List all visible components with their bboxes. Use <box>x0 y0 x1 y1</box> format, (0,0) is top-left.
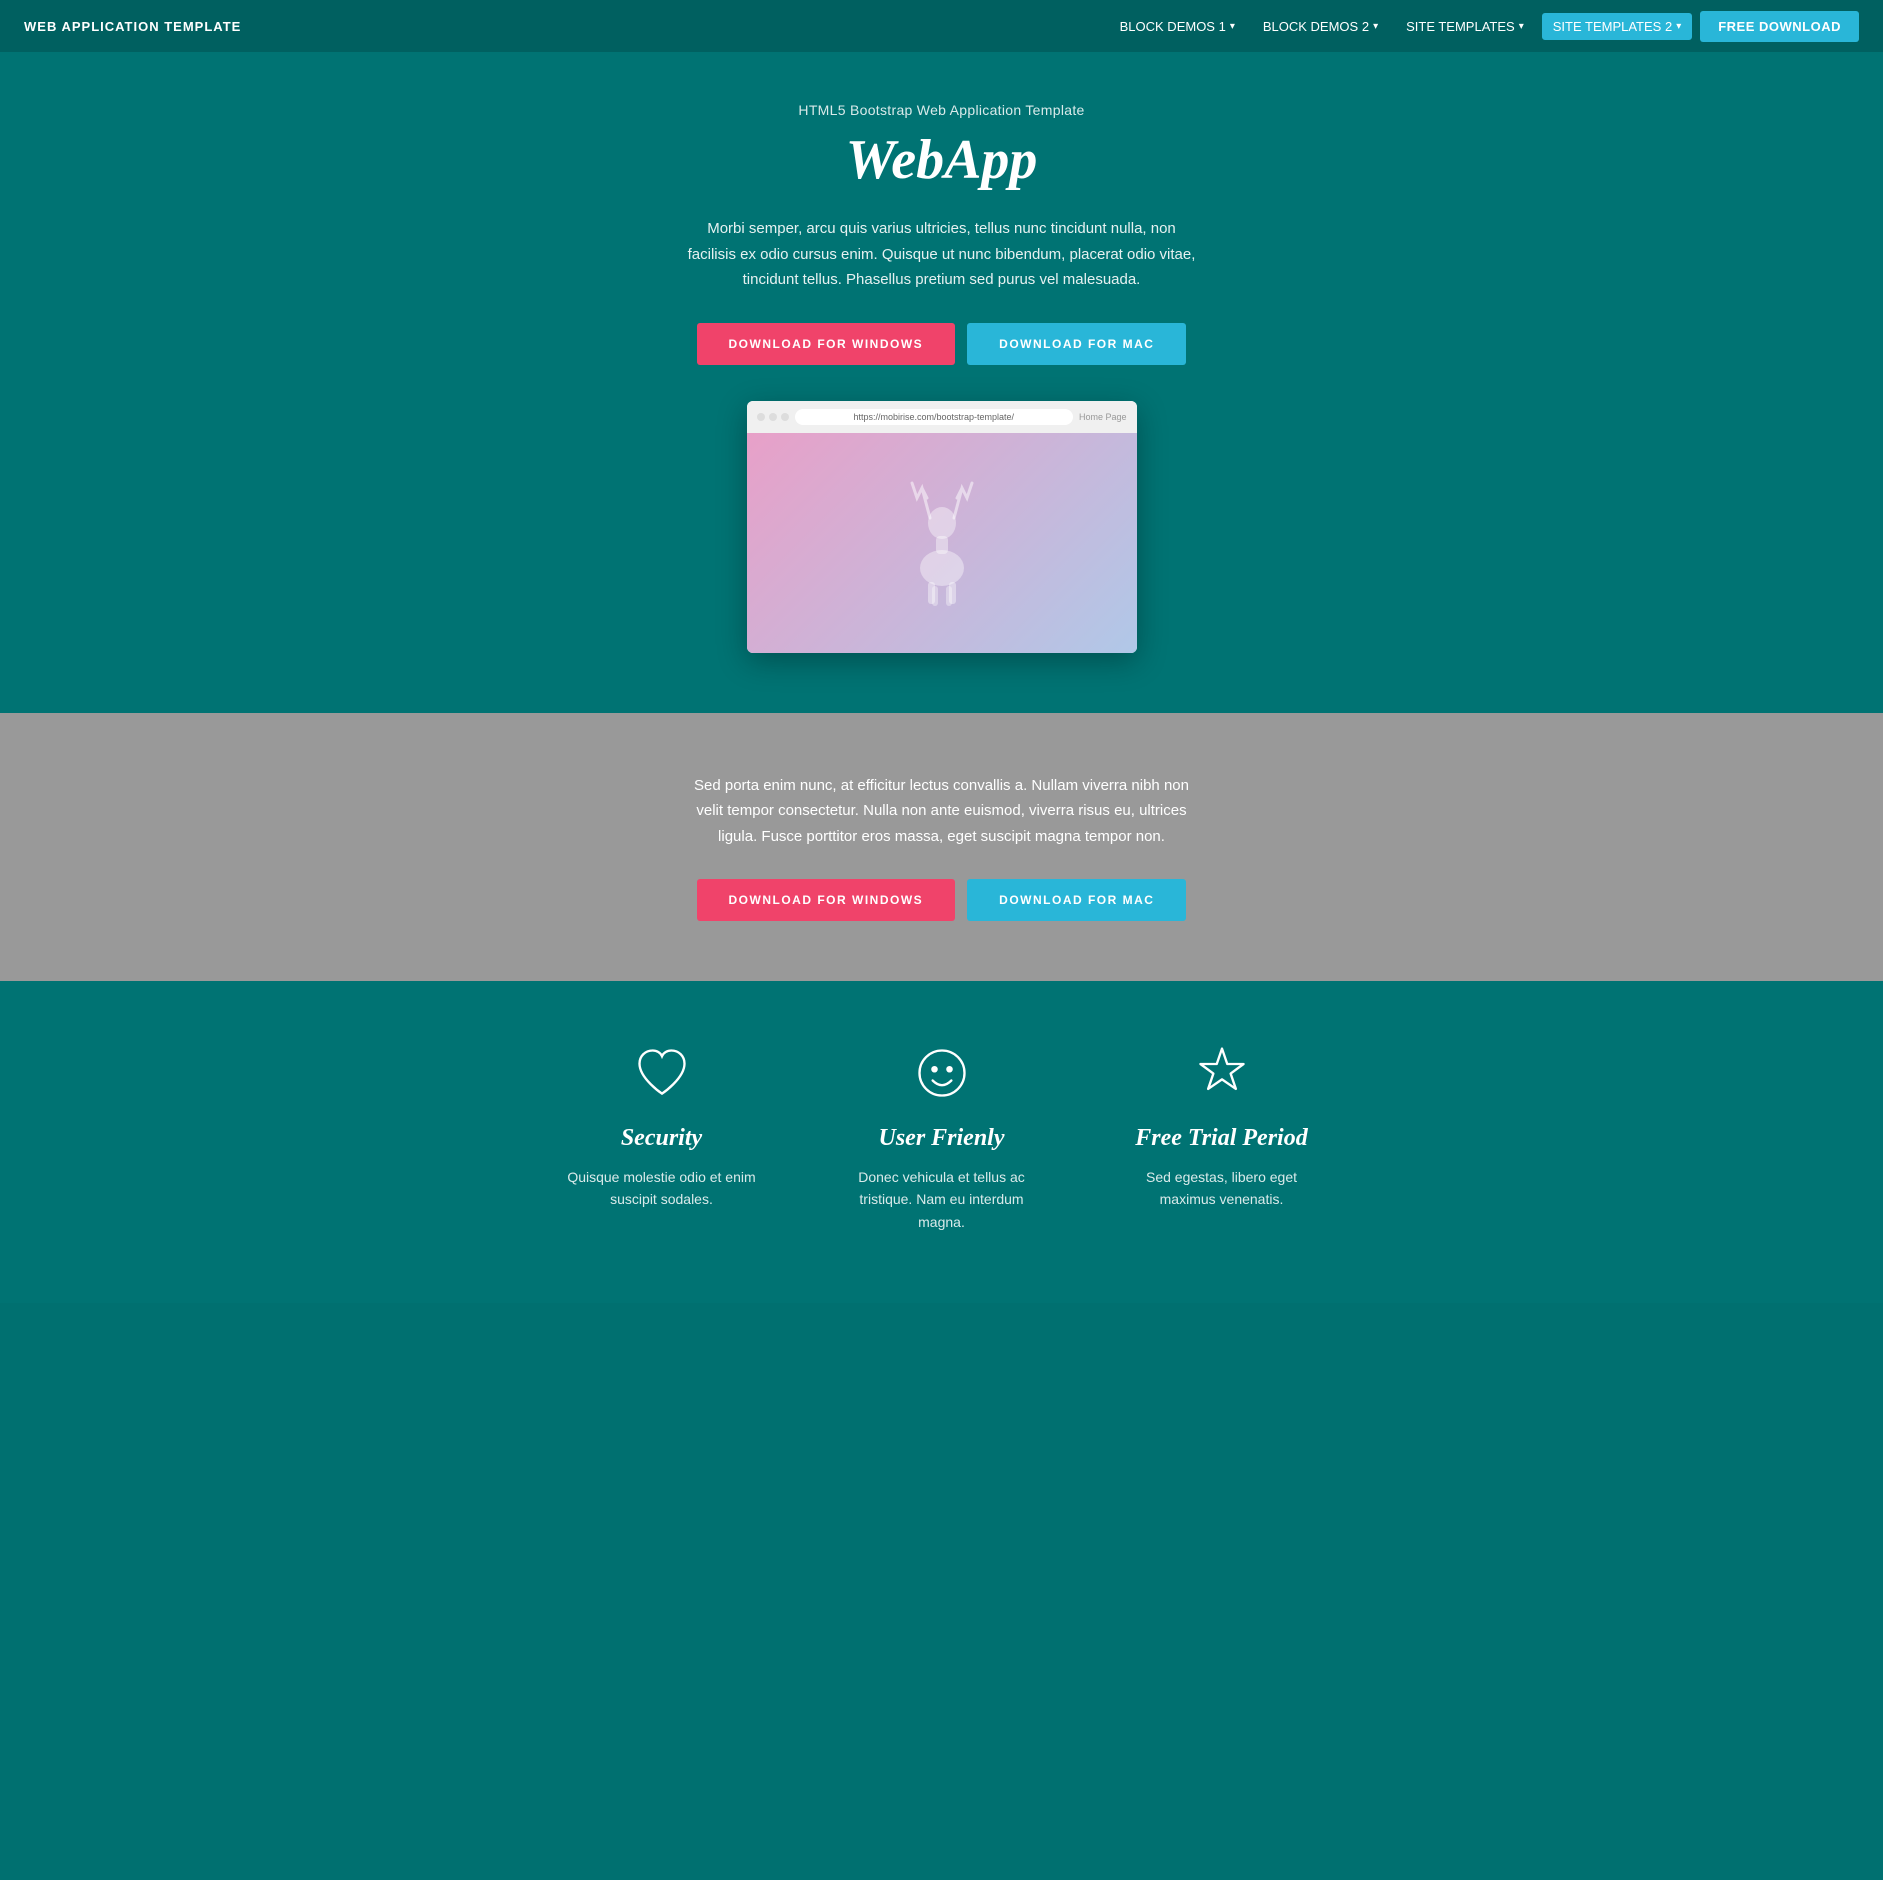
browser-content <box>747 433 1137 653</box>
chevron-down-icon: ▾ <box>1519 21 1524 32</box>
chevron-down-icon: ▾ <box>1676 21 1681 32</box>
feature-free-trial-desc: Sed egestas, libero eget maximus venenat… <box>1122 1166 1322 1211</box>
browser-dot-green <box>781 413 789 421</box>
heart-icon <box>630 1041 694 1105</box>
hero-subtitle: HTML5 Bootstrap Web Application Template <box>20 102 1863 118</box>
hero-description: Morbi semper, arcu quis varius ultricies… <box>682 216 1202 293</box>
feature-user-friendly-desc: Donec vehicula et tellus ac tristique. N… <box>842 1166 1042 1233</box>
hero-title: WebApp <box>20 128 1863 192</box>
chevron-down-icon: ▾ <box>1373 21 1378 32</box>
nav-site-templates-2-active[interactable]: SITE TEMPLATES 2 ▾ <box>1542 13 1692 40</box>
browser-bar: https://mobirise.com/bootstrap-template/… <box>747 401 1137 433</box>
chevron-down-icon: ▾ <box>1230 21 1235 32</box>
gray-section-buttons: DOWNLOAD FOR WINDOWS DOWNLOAD FOR MAC <box>20 879 1863 921</box>
gray-download-mac-button[interactable]: DOWNLOAD FOR MAC <box>967 879 1186 921</box>
feature-security: Security Quisque molestie odio et enim s… <box>562 1041 762 1233</box>
navbar: WEB APPLICATION TEMPLATE BLOCK DEMOS 1 ▾… <box>0 0 1883 52</box>
navbar-brand: WEB APPLICATION TEMPLATE <box>24 19 241 34</box>
feature-free-trial: Free Trial Period Sed egestas, libero eg… <box>1122 1041 1322 1233</box>
free-download-button[interactable]: FREE DOWNLOAD <box>1700 11 1859 42</box>
gray-download-windows-button[interactable]: DOWNLOAD FOR WINDOWS <box>697 879 956 921</box>
hero-section: HTML5 Bootstrap Web Application Template… <box>0 52 1883 713</box>
navbar-right: BLOCK DEMOS 1 ▾ BLOCK DEMOS 2 ▾ SITE TEM… <box>1110 11 1859 42</box>
features-grid: Security Quisque molestie odio et enim s… <box>20 1041 1863 1233</box>
browser-dot-red <box>757 413 765 421</box>
browser-dots <box>757 413 789 421</box>
feature-security-title: Security <box>562 1125 762 1152</box>
hero-buttons: DOWNLOAD FOR WINDOWS DOWNLOAD FOR MAC <box>20 323 1863 365</box>
features-section: Security Quisque molestie odio et enim s… <box>0 981 1883 1303</box>
smiley-icon <box>910 1041 974 1105</box>
browser-home-label: Home Page <box>1079 412 1127 422</box>
nav-block-demos-2[interactable]: BLOCK DEMOS 2 ▾ <box>1253 13 1388 40</box>
star-icon <box>1190 1041 1254 1105</box>
deer-icon <box>892 478 992 608</box>
nav-block-demos-1[interactable]: BLOCK DEMOS 1 ▾ <box>1110 13 1245 40</box>
gray-section: Sed porta enim nunc, at efficitur lectus… <box>0 713 1883 982</box>
download-windows-button[interactable]: DOWNLOAD FOR WINDOWS <box>697 323 956 365</box>
nav-site-templates[interactable]: SITE TEMPLATES ▾ <box>1396 13 1534 40</box>
feature-free-trial-title: Free Trial Period <box>1122 1125 1322 1152</box>
feature-user-friendly: User Frienly Donec vehicula et tellus ac… <box>842 1041 1042 1233</box>
feature-user-friendly-title: User Frienly <box>842 1125 1042 1152</box>
feature-security-desc: Quisque molestie odio et enim suscipit s… <box>562 1166 762 1211</box>
gray-section-description: Sed porta enim nunc, at efficitur lectus… <box>682 773 1202 850</box>
browser-mockup: https://mobirise.com/bootstrap-template/… <box>747 401 1137 653</box>
browser-url-bar: https://mobirise.com/bootstrap-template/ <box>795 409 1073 425</box>
download-mac-button[interactable]: DOWNLOAD FOR MAC <box>967 323 1186 365</box>
browser-dot-yellow <box>769 413 777 421</box>
